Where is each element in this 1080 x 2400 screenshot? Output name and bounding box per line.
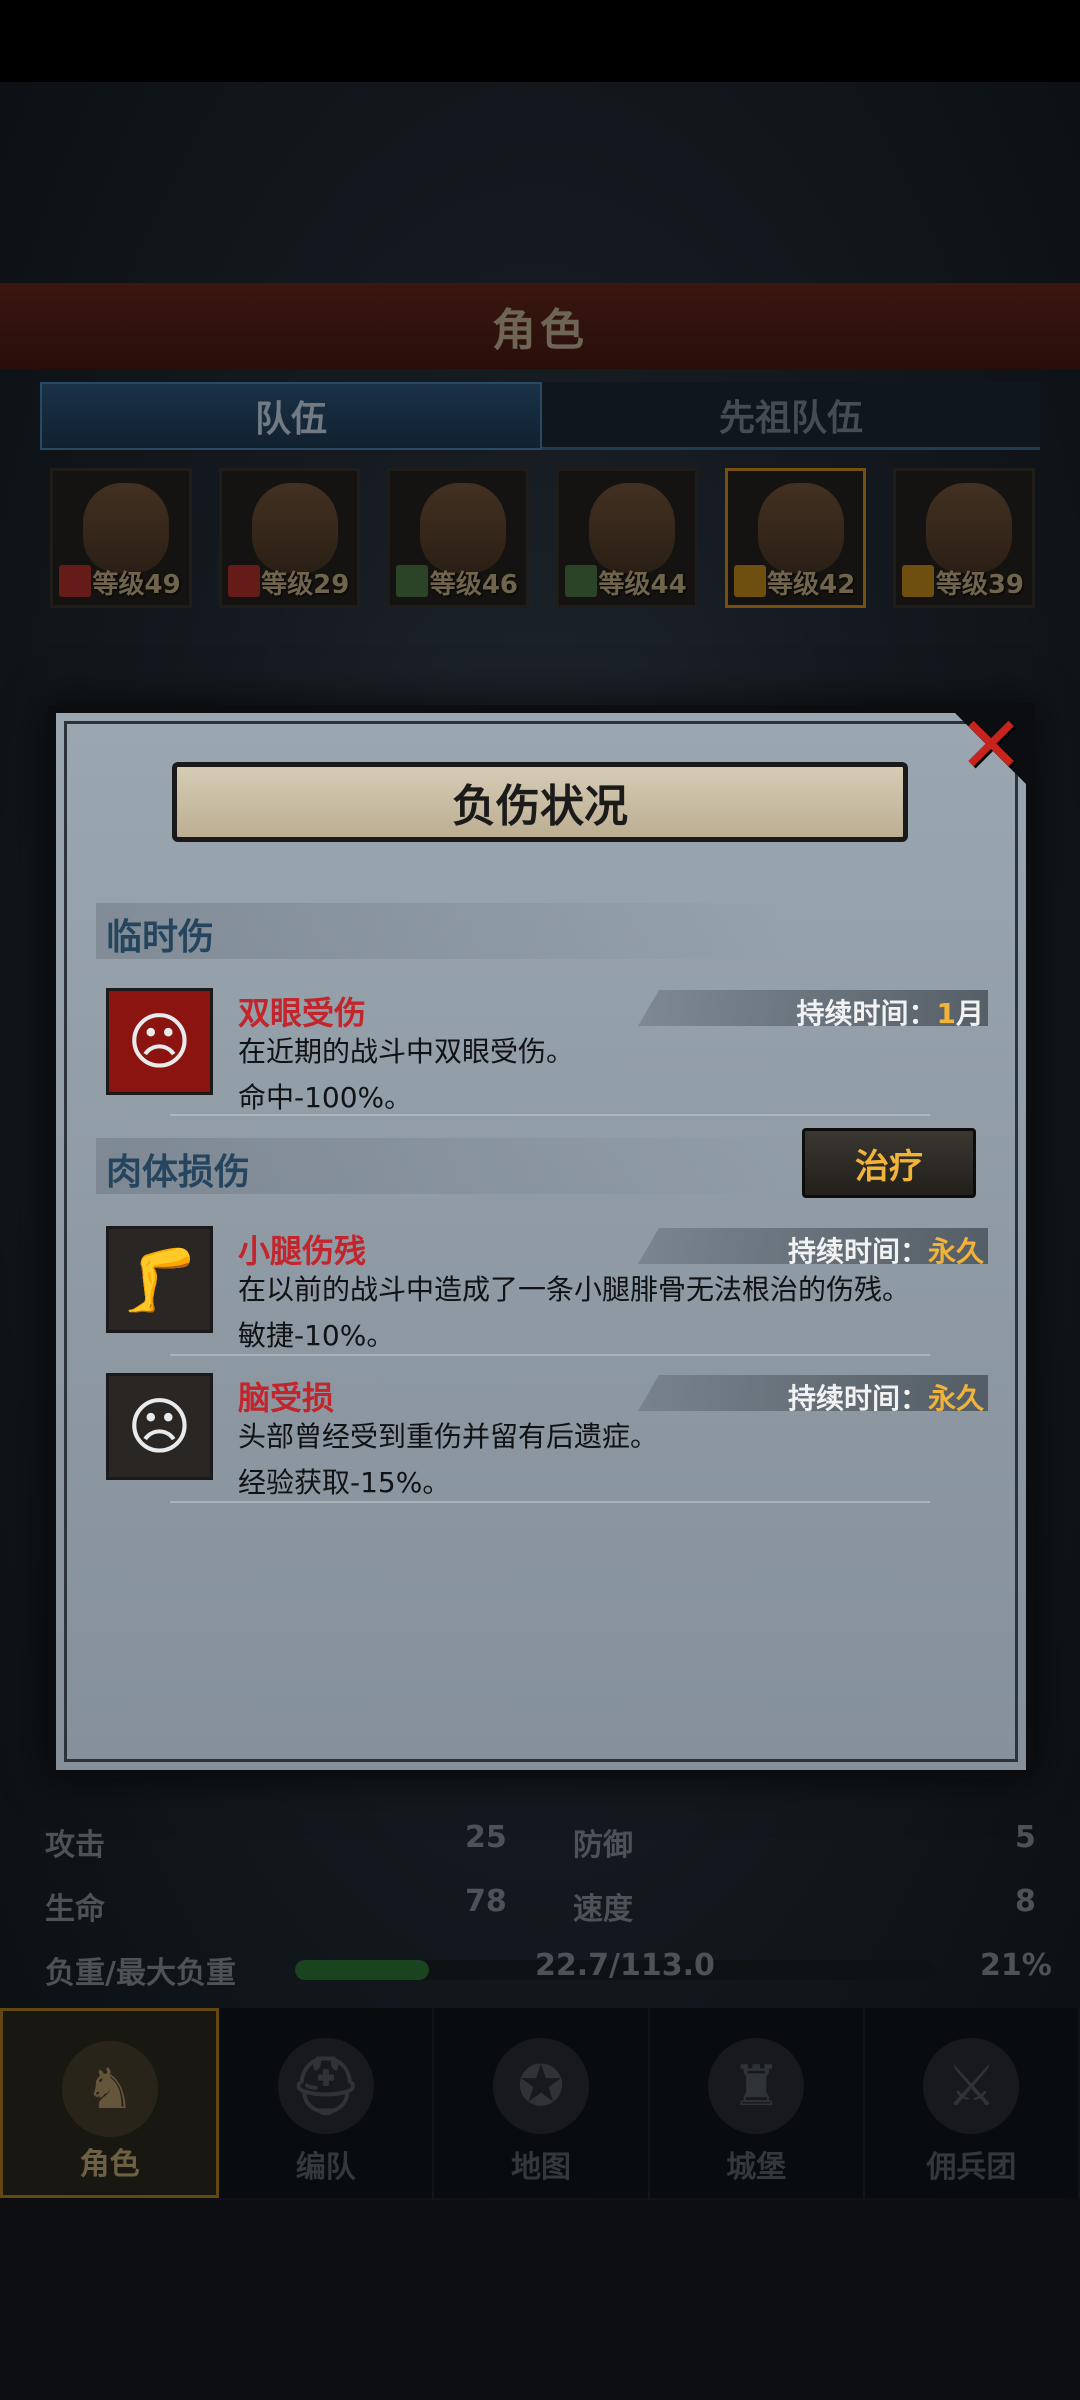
- status-bar: [0, 0, 1080, 82]
- injury-item: ☹ 双眼受伤 持续时间：1月 在近期的战斗中双眼受伤。 命中-100%。: [106, 988, 988, 1114]
- injury-effect: 命中-100%。: [238, 1081, 413, 1114]
- duration-label: 持续时间：: [787, 1235, 928, 1268]
- duration-bar: 持续时间：1月: [638, 990, 988, 1026]
- duration-value: 永久: [927, 1235, 984, 1268]
- injury-description: 在以前的战斗中造成了一条小腿腓骨无法根治的伤残。: [238, 1273, 911, 1306]
- divider: [170, 1354, 930, 1356]
- section-permanent-heading: 肉体损伤: [106, 1152, 251, 1193]
- injury-effect: 敏捷-10%。: [238, 1319, 395, 1352]
- duration-value: 1: [936, 997, 956, 1030]
- duration-text: 持续时间：1月: [796, 992, 984, 1030]
- injury-name: 小腿伤残: [238, 1232, 367, 1270]
- injury-description: 头部曾经受到重伤并留有后遗症。: [238, 1420, 659, 1453]
- close-icon[interactable]: ✕: [955, 706, 1027, 786]
- bandaged-head-icon: ☹: [106, 988, 213, 1095]
- duration-label: 持续时间：: [787, 1382, 928, 1415]
- heal-button[interactable]: 治疗: [802, 1128, 976, 1198]
- divider: [170, 1114, 930, 1116]
- duration-label: 持续时间：: [796, 997, 937, 1030]
- duration-unit: 月: [955, 997, 984, 1030]
- dialog-title: 负伤状况: [172, 762, 908, 842]
- injury-description: 在近期的战斗中双眼受伤。: [238, 1035, 575, 1068]
- duration-bar: 持续时间：永久: [638, 1375, 988, 1411]
- bandaged-leg-icon: 🦵: [106, 1226, 213, 1333]
- duration-bar: 持续时间：永久: [638, 1228, 988, 1264]
- section-temporary-heading: 临时伤: [106, 917, 215, 958]
- injury-item: 🦵 小腿伤残 持续时间：永久 在以前的战斗中造成了一条小腿腓骨无法根治的伤残。 …: [106, 1226, 988, 1352]
- injury-name: 脑受损: [238, 1379, 335, 1417]
- duration-value: 永久: [927, 1382, 984, 1415]
- injured-head-icon: ☹: [106, 1373, 213, 1480]
- injury-effect: 经验获取-15%。: [238, 1466, 451, 1499]
- injury-name: 双眼受伤: [238, 994, 367, 1032]
- duration-text: 持续时间：永久: [787, 1230, 984, 1268]
- divider: [170, 1501, 930, 1503]
- duration-text: 持续时间：永久: [787, 1377, 984, 1415]
- injury-item: ☹ 脑受损 持续时间：永久 头部曾经受到重伤并留有后遗症。 经验获取-15%。: [106, 1373, 988, 1499]
